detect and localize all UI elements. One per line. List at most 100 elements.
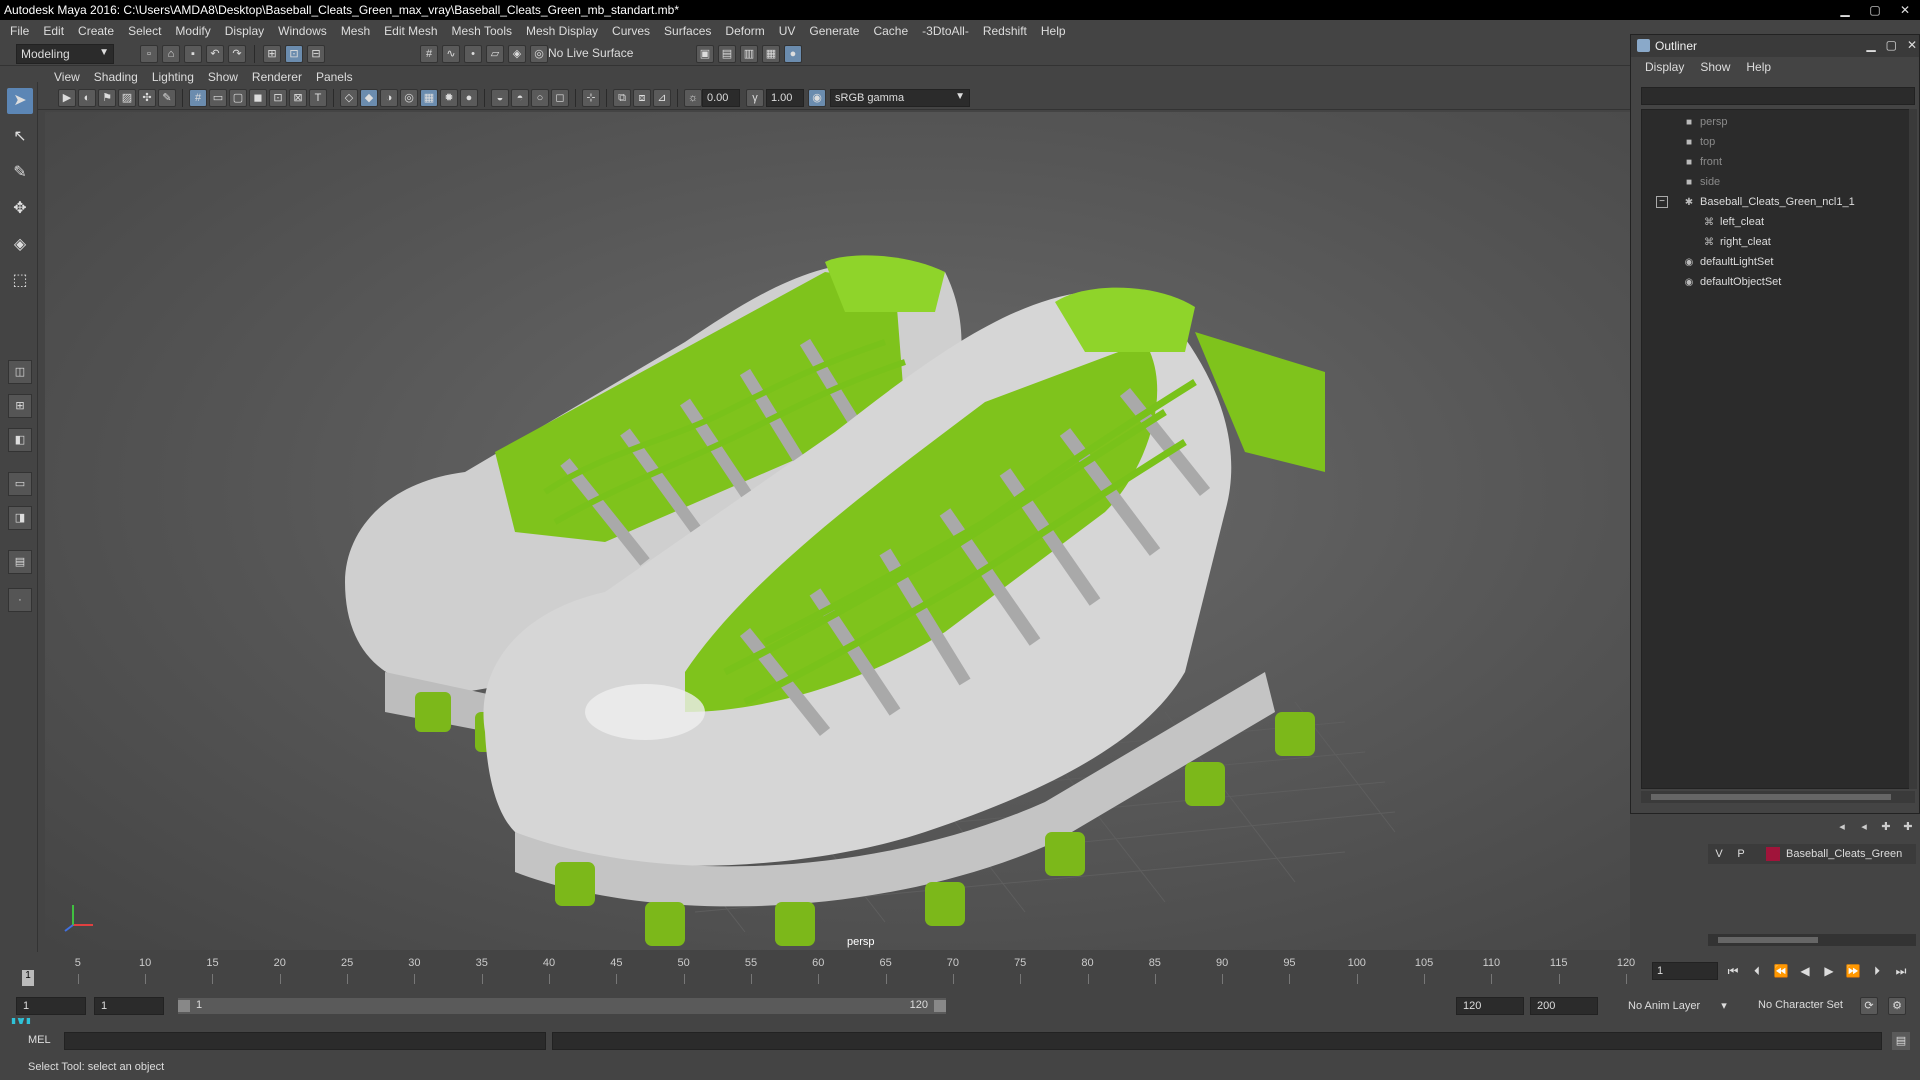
rotate-tool-icon[interactable]: ◈ (7, 232, 33, 258)
outliner-menu-help[interactable]: Help (1746, 60, 1771, 74)
menu-3dtoall[interactable]: -3DtoAll- (922, 24, 969, 38)
film-gate-icon[interactable]: ▭ (209, 89, 227, 107)
anti-aliasing-icon[interactable]: ○ (531, 89, 549, 107)
image-plane-icon[interactable]: ▨ (118, 89, 136, 107)
gamma-field[interactable]: 1.00 (766, 89, 804, 107)
scale-tool-icon[interactable]: ⬚ (7, 268, 33, 294)
playback-start-field[interactable]: 1 (94, 997, 164, 1015)
menu-create[interactable]: Create (78, 24, 114, 38)
select-hierarchy-icon[interactable]: ⊞ (263, 45, 281, 63)
menu-file[interactable]: File (10, 24, 29, 38)
outliner-item-default-object-set[interactable]: ◉ defaultObjectSet (1682, 272, 1782, 292)
menu-curves[interactable]: Curves (612, 24, 650, 38)
panel-menu-show[interactable]: Show (208, 70, 238, 84)
use-all-lights-icon[interactable]: ✹ (440, 89, 458, 107)
snap-surface-icon[interactable]: ◈ (508, 45, 526, 63)
paint-select-tool-icon[interactable]: ✎ (7, 160, 33, 186)
outliner-item-group[interactable]: ✱ Baseball_Cleats_Green_ncl1_1 (1682, 192, 1855, 212)
move-layer-up-icon[interactable]: ◂ (1834, 820, 1850, 836)
current-frame-marker[interactable]: 1 (22, 970, 34, 986)
isolate-select-icon[interactable]: ⊹ (582, 89, 600, 107)
command-language-label[interactable]: MEL (28, 1034, 51, 1046)
snap-point-icon[interactable]: • (464, 45, 482, 63)
outliner-item-persp[interactable]: ■ persp (1682, 112, 1728, 132)
snap-plane-icon[interactable]: ▱ (486, 45, 504, 63)
panel-menu-renderer[interactable]: Renderer (252, 70, 302, 84)
make-live-icon[interactable]: ◎ (530, 45, 548, 63)
safe-title-icon[interactable]: T (309, 89, 327, 107)
outliner-menu-display[interactable]: Display (1645, 60, 1684, 74)
menu-modify[interactable]: Modify (175, 24, 210, 38)
panel-menu-panels[interactable]: Panels (316, 70, 353, 84)
resolution-gate-icon[interactable]: ▢ (229, 89, 247, 107)
menu-help[interactable]: Help (1041, 24, 1066, 38)
panel-menu-view[interactable]: View (54, 70, 80, 84)
persp-graph-layout-icon[interactable]: ◨ (8, 506, 32, 530)
view-transform-dropdown[interactable]: sRGB gamma ▼ (830, 89, 970, 107)
motion-blur-icon[interactable]: ◓ (511, 89, 529, 107)
camera-attributes-icon[interactable]: ▶ (58, 89, 76, 107)
exposure-icon[interactable]: ☼ (684, 89, 702, 107)
menu-set-dropdown[interactable]: Modeling ▼ (16, 44, 114, 64)
outliner-item-left-cleat[interactable]: ⌘ left_cleat (1702, 212, 1764, 232)
menu-mesh-tools[interactable]: Mesh Tools (452, 24, 512, 38)
close-icon[interactable]: ✕ (1890, 0, 1920, 20)
gamma-icon[interactable]: γ (746, 89, 764, 107)
step-forward-frame-icon[interactable]: ⏵ (1868, 962, 1886, 980)
color-management-icon[interactable]: ◉ (808, 89, 826, 107)
character-set-dropdown[interactable]: No Character Set (1758, 999, 1843, 1011)
auto-key-icon[interactable]: ⟳ (1860, 997, 1878, 1015)
menu-redshift[interactable]: Redshift (983, 24, 1027, 38)
new-layer-icon[interactable]: ✚ (1878, 820, 1894, 836)
graph-layout-icon[interactable]: ▭ (8, 472, 32, 496)
range-slider[interactable]: 1 120 (178, 998, 946, 1014)
layer-scrollbar[interactable] (1708, 934, 1916, 946)
step-back-frame-icon[interactable]: ⏴ (1748, 962, 1766, 980)
outliner-item-side[interactable]: ■ side (1682, 172, 1720, 192)
menu-deform[interactable]: Deform (725, 24, 764, 38)
field-chart-icon[interactable]: ⊡ (269, 89, 287, 107)
outliner-search-input[interactable] (1641, 87, 1915, 105)
minimize-icon[interactable]: ▁ (1830, 0, 1860, 20)
outliner-horizontal-scrollbar[interactable] (1641, 791, 1915, 803)
wireframe-icon[interactable]: ◇ (340, 89, 358, 107)
custom-layout-icon[interactable]: · (8, 588, 32, 612)
current-frame-field[interactable]: 1 (1652, 962, 1718, 980)
outliner-title-bar[interactable]: Outliner ▁ ▢ ✕ (1631, 35, 1919, 57)
range-end-handle[interactable] (934, 1000, 946, 1012)
menu-mesh-display[interactable]: Mesh Display (526, 24, 598, 38)
render-view-icon[interactable]: ▣ (696, 45, 714, 63)
step-back-key-icon[interactable]: ⏪ (1772, 962, 1790, 980)
select-tool-icon[interactable]: ➤ (7, 88, 33, 114)
menu-display[interactable]: Display (225, 24, 264, 38)
shadows-icon[interactable]: ● (460, 89, 478, 107)
menu-uv[interactable]: UV (779, 24, 796, 38)
minimize-icon[interactable]: ▁ (1866, 38, 1875, 52)
move-tool-icon[interactable]: ✥ (7, 196, 33, 222)
depth-of-field-icon[interactable]: ◻ (551, 89, 569, 107)
layer-row[interactable]: V P Baseball_Cleats_Green (1708, 844, 1916, 864)
grid-icon[interactable]: # (189, 89, 207, 107)
maximize-icon[interactable]: ▢ (1860, 0, 1890, 20)
default-material-icon[interactable]: ◑ (380, 89, 398, 107)
play-forwards-icon[interactable]: ▶ (1820, 962, 1838, 980)
new-layer-selected-icon[interactable]: ✚ (1900, 820, 1916, 836)
screen-space-ao-icon[interactable]: ◒ (491, 89, 509, 107)
menu-surfaces[interactable]: Surfaces (664, 24, 711, 38)
layer-playback-toggle[interactable]: P (1730, 848, 1752, 860)
lasso-tool-icon[interactable]: ↖ (7, 124, 33, 150)
command-input[interactable] (64, 1032, 546, 1050)
anim-layer-dropdown[interactable]: No Anim Layer ▾ (1628, 999, 1727, 1012)
xray-active-components-icon[interactable]: ⊿ (653, 89, 671, 107)
open-scene-icon[interactable]: ⌂ (162, 45, 180, 63)
ipr-render-icon[interactable]: ▥ (740, 45, 758, 63)
scrollbar-thumb[interactable] (1718, 937, 1818, 943)
safe-action-icon[interactable]: ⊠ (289, 89, 307, 107)
single-perspective-layout-icon[interactable]: ◫ (8, 360, 32, 384)
textured-icon[interactable]: ▦ (420, 89, 438, 107)
save-scene-icon[interactable]: ▪ (184, 45, 202, 63)
cleats-3d-model[interactable] (45, 112, 1630, 950)
layer-visibility-toggle[interactable]: V (1708, 848, 1730, 860)
wireframe-on-shaded-icon[interactable]: ◎ (400, 89, 418, 107)
maximize-icon[interactable]: ▢ (1886, 38, 1897, 52)
